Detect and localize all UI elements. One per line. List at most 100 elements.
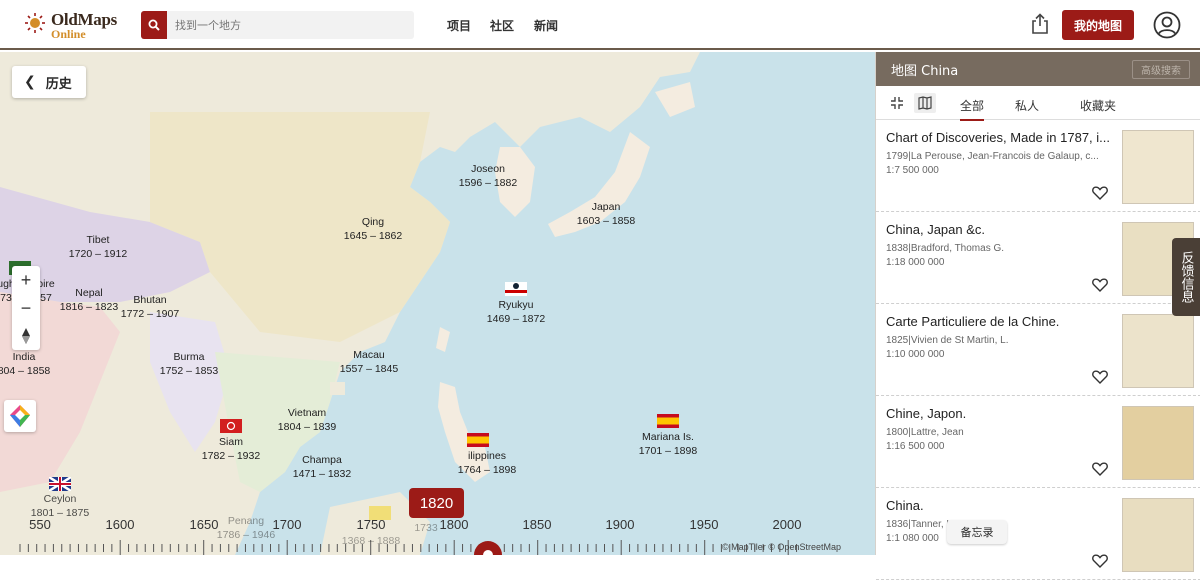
user-avatar-icon[interactable] [1153, 11, 1181, 39]
compass-button[interactable] [12, 322, 40, 350]
region-label-nepal[interactable]: Nepal 1816 – 1823 [60, 286, 118, 314]
region-label-vietnam[interactable]: Vietnam 1804 – 1839 [278, 406, 336, 434]
share-icon[interactable] [1030, 13, 1050, 35]
favorite-heart-icon[interactable] [1092, 186, 1108, 200]
result-scale: 1:10 000 000 [886, 349, 945, 360]
map-thumbnail[interactable] [1122, 406, 1194, 480]
my-maps-button[interactable]: 我的地图 [1062, 10, 1134, 40]
region-label-tibet[interactable]: Tibet 1720 – 1912 [69, 233, 127, 261]
result-scale: 1:18 000 000 [886, 257, 945, 268]
back-label: 历史 [45, 76, 72, 92]
tab-all[interactable]: 全部 [960, 97, 985, 121]
region-label-macau[interactable]: Macau 1557 – 1845 [340, 348, 398, 376]
advanced-search-button[interactable]: 高级搜索 [1132, 60, 1190, 79]
region-name: Champa [302, 454, 342, 466]
color-layers-icon [10, 405, 30, 427]
top-bar: OldMaps Online 项目 社区 新闻 我的地图 [0, 0, 1200, 50]
layer-style-button[interactable] [4, 400, 36, 432]
timeline-tick-label: 1850 [522, 517, 552, 532]
timeline-tick-label: 1750 [356, 517, 386, 532]
siam-flag-icon [220, 419, 242, 433]
favorite-heart-icon[interactable] [1092, 554, 1108, 568]
back-history-button[interactable]: ❮ 历史 [12, 66, 86, 98]
result-meta: 1838|Bradford, Thomas G. 1:18 000 000 [886, 242, 1111, 270]
timeline-tick-label: 1950 [689, 517, 719, 532]
result-item[interactable]: China, Japan &c. 1838|Bradford, Thomas G.… [876, 212, 1200, 304]
map-attribution[interactable]: © MapTiler © OpenStreetMap [722, 542, 841, 552]
zoom-out-button[interactable]: − [12, 294, 40, 322]
panel-title: 地图 China [891, 63, 959, 79]
result-item[interactable]: Chine, Japon. 1800|Lattre, Jean 1:16 500 0… [876, 396, 1200, 488]
map-thumbnail[interactable] [1122, 498, 1194, 572]
results-list: Chart of Discoveries, Made in 1787, i...… [876, 120, 1200, 580]
faded-year-label: 1733 [414, 522, 438, 534]
search-icon [148, 19, 160, 31]
logo-text-online: Online [51, 27, 86, 41]
region-years: 1752 – 1853 [159, 365, 219, 377]
region-label-champa[interactable]: Champa 1471 – 1832 [293, 453, 351, 481]
region-label-burma[interactable]: Burma 1752 – 1853 [160, 350, 218, 378]
zoom-in-button[interactable]: + [12, 266, 40, 294]
favorite-heart-icon[interactable] [1092, 370, 1108, 384]
nav-projects[interactable]: 项目 [447, 17, 471, 34]
region-name: Nepal [75, 287, 103, 299]
map-view-icon [918, 96, 932, 110]
search-button[interactable] [141, 11, 167, 39]
favorite-heart-icon[interactable] [1092, 278, 1108, 292]
panel-header: 地图 China 高级搜索 [876, 52, 1200, 86]
region-label-india[interactable]: India 804 – 1858 [0, 350, 50, 378]
region-label-bhutan[interactable]: Bhutan 1772 – 1907 [121, 293, 179, 321]
region-label-siam[interactable]: Siam 1782 – 1932 [202, 435, 260, 463]
region-years: 1804 – 1839 [277, 421, 337, 433]
region-years: 1645 – 1862 [343, 230, 403, 242]
tab-private[interactable]: 私人 [1015, 97, 1039, 114]
selected-year-bubble: 1820 [409, 488, 464, 518]
timeline-tick-label: 1600 [105, 517, 135, 532]
result-scale: 1:16 500 000 [886, 441, 945, 452]
timeline-tick-label: 2000 [772, 517, 802, 532]
region-name: Macau [353, 349, 385, 361]
region-label-ryukyu[interactable]: Ryukyu 1469 – 1872 [487, 298, 545, 326]
region-label-philippines[interactable]: ilippines 1764 – 1898 [458, 449, 516, 477]
spain-flag-icon [657, 414, 679, 428]
region-label-japan[interactable]: Japan 1603 – 1858 [577, 200, 635, 228]
region-years: 1471 – 1832 [292, 468, 352, 480]
region-years: 1557 – 1845 [339, 363, 399, 375]
tab-favorites[interactable]: 收藏夹 [1080, 97, 1116, 114]
search-input[interactable] [175, 16, 405, 34]
map-thumbnail[interactable] [1122, 130, 1194, 204]
region-label-qing[interactable]: Qing 1645 – 1862 [344, 215, 402, 243]
region-years: 1772 – 1907 [120, 308, 180, 320]
collapse-button[interactable] [886, 93, 908, 113]
ryukyu-flag-icon [505, 282, 527, 296]
result-year-author: 1800|Lattre, Jean [886, 427, 964, 438]
result-title[interactable]: Chine, Japon. [886, 406, 1111, 421]
search-box [141, 11, 414, 39]
chevron-left-icon: ❮ [24, 74, 36, 90]
logo[interactable]: OldMaps Online [24, 10, 124, 41]
result-title[interactable]: China. [886, 498, 1111, 513]
result-title[interactable]: China, Japan &c. [886, 222, 1111, 237]
map-thumbnail[interactable] [1122, 314, 1194, 388]
result-item[interactable]: China. 1836|Tanner, Henry S. 1:1 080 000 [876, 488, 1200, 580]
nav-news[interactable]: 新闻 [534, 17, 558, 34]
region-label-mariana[interactable]: Mariana Is. 1701 – 1898 [639, 430, 697, 458]
result-title[interactable]: Carte Particuliere de la Chine. [886, 314, 1111, 329]
result-item[interactable]: Chart of Discoveries, Made in 1787, i...… [876, 120, 1200, 212]
region-name: Japan [591, 201, 621, 213]
region-label-joseon[interactable]: Joseon 1596 – 1882 [459, 162, 517, 190]
timeline-tick-label: 550 [29, 517, 51, 532]
results-panel: 地图 China 高级搜索 全部 私人 收藏夹 Chart of Discove… [875, 52, 1200, 580]
region-name: Qing [361, 216, 385, 228]
nav-community[interactable]: 社区 [490, 17, 514, 34]
feedback-tab[interactable]: 反馈信息 [1172, 238, 1200, 316]
map-view-button[interactable] [914, 93, 936, 113]
region-years: 804 – 1858 [0, 365, 51, 377]
memo-button[interactable]: 备忘录 [947, 520, 1007, 544]
result-title[interactable]: Chart of Discoveries, Made in 1787, i... [886, 130, 1111, 145]
result-year-author: 1799|La Perouse, Jean-Francois de Galaup… [886, 151, 1099, 162]
result-item[interactable]: Carte Particuliere de la Chine. 1825|Vivi… [876, 304, 1200, 396]
map-canvas[interactable]: ❮ 历史 Joseon 1596 – 1882 Japan 1603 – 1858 … [0, 52, 875, 555]
favorite-heart-icon[interactable] [1092, 462, 1108, 476]
timeline-tick-label: 1700 [272, 517, 302, 532]
